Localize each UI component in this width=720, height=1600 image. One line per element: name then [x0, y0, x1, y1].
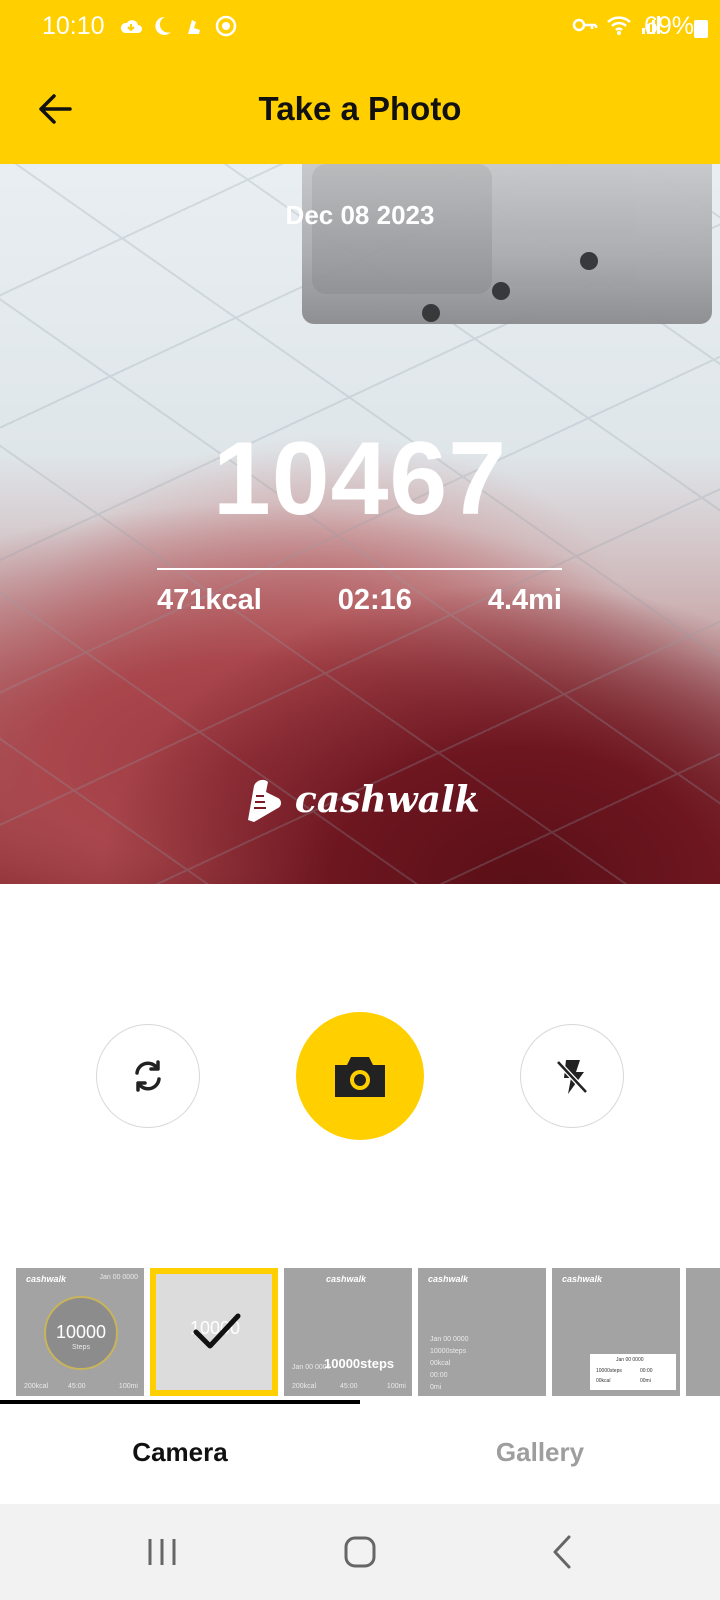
template-steps: 10000steps [324, 1356, 395, 1371]
vpn-key-icon [572, 15, 598, 40]
template-thumbnail-4[interactable]: cashwalk Jan 00 0000 10000steps 00kcal 0… [418, 1268, 546, 1396]
tab-gallery[interactable]: Gallery [360, 1400, 720, 1504]
recents-icon [148, 1539, 176, 1565]
battery-percent: 69% [643, 12, 694, 40]
template-logo: cashwalk [326, 1274, 367, 1284]
overlay-divider [157, 568, 562, 570]
template-thumbnail-1[interactable]: cashwalk Jan 00 0000 10000 Steps 200kcal… [16, 1268, 144, 1396]
camera-switch-icon [135, 1060, 161, 1092]
overlay-distance: 4.4mi [487, 584, 562, 616]
status-bar: 10:10 69% [0, 0, 720, 54]
cloud-icon [118, 14, 142, 38]
bottom-tabs: Camera Gallery [0, 1400, 720, 1504]
cashwalk-logo: cashwalk [0, 776, 720, 824]
template-thumbnail-2-selected[interactable]: 10000 [150, 1268, 278, 1396]
flash-off-icon [556, 1060, 588, 1094]
back-nav-button[interactable] [540, 1530, 584, 1574]
camera-controls [0, 884, 720, 1244]
circle-notification-icon [214, 14, 238, 38]
app-bar: Take a Photo [0, 54, 720, 164]
template-date: Jan 00 0000 [99, 1274, 138, 1281]
home-button[interactable] [338, 1530, 382, 1574]
camera-icon [335, 1057, 385, 1097]
home-icon [344, 1536, 376, 1568]
template-logo: cashwalk [562, 1274, 603, 1284]
template-thumbnail-3[interactable]: cashwalk Jan 00 0000 10000steps 200kcal … [284, 1268, 412, 1396]
back-icon [553, 1535, 571, 1569]
overlay-stats: 471kcal 02:16 4.4mi [157, 584, 562, 617]
overlay-date: Dec 08 2023 [285, 200, 435, 230]
overlay-calories: 471kcal [157, 584, 262, 616]
shutter-button[interactable] [296, 1012, 424, 1140]
template-thumbnail-5[interactable]: cashwalk Jan 00 0000 10000steps 00:00 00… [552, 1268, 680, 1396]
template-logo: cashwalk [428, 1274, 469, 1284]
overlay-step-count: 10467 [212, 421, 508, 537]
flash-toggle-button[interactable] [520, 1024, 624, 1128]
camera-preview[interactable]: Dec 08 2023 10467 471kcal 02:16 4.4mi ca… [0, 164, 720, 884]
overlay-duration: 02:16 [337, 584, 412, 616]
tab-camera[interactable]: Camera [0, 1400, 360, 1504]
checkmark-icon [193, 1313, 241, 1349]
brand-wordmark: cashwalk [294, 779, 480, 821]
moon-icon [150, 14, 174, 38]
status-left-icons [118, 14, 238, 38]
template-steps: 10000 [55, 1322, 107, 1342]
battery-icon [694, 20, 708, 38]
switch-camera-button[interactable] [96, 1024, 200, 1128]
template-logo: cashwalk [26, 1274, 67, 1284]
status-time: 10:10 [42, 12, 105, 40]
template-strip[interactable]: cashwalk Jan 00 0000 10000 Steps 200kcal… [16, 1268, 720, 1396]
system-navigation-bar [0, 1504, 720, 1600]
background-cart [302, 164, 712, 324]
wifi-icon [606, 14, 632, 41]
recents-button[interactable] [140, 1530, 184, 1574]
shoe-logo-icon [248, 779, 282, 822]
page-title: Take a Photo [258, 90, 462, 127]
cashwalk-notification-icon [182, 14, 206, 38]
template-stat-card: Jan 00 0000 10000steps 00:00 00kcal 00mi [590, 1354, 676, 1390]
template-step-circle: 10000 Steps [44, 1296, 118, 1370]
template-thumbnail-6-partial[interactable] [686, 1268, 720, 1396]
